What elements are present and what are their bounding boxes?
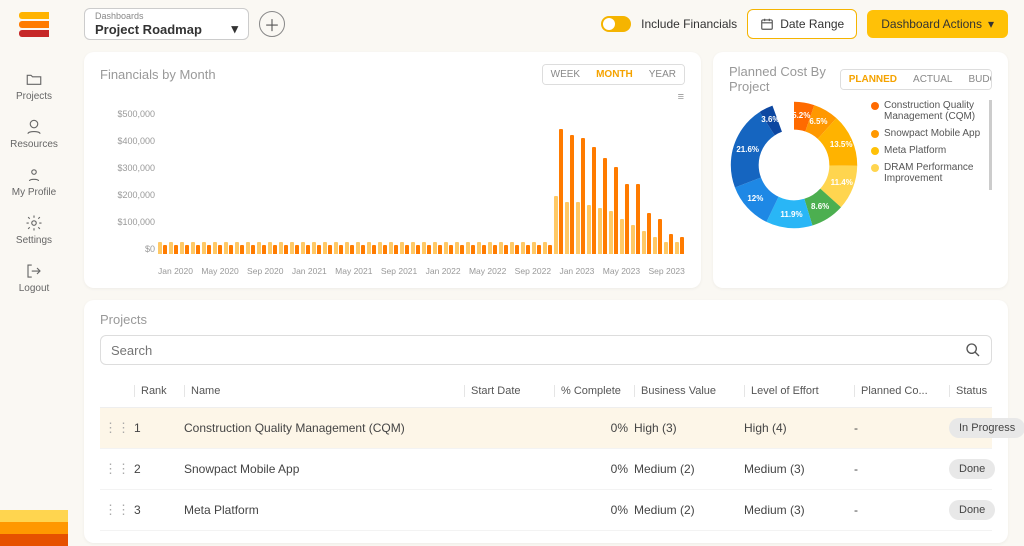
search-row xyxy=(100,335,992,365)
logout-icon xyxy=(25,262,43,280)
y-axis: $500,000$400,000$300,000$200,000$100,000… xyxy=(100,109,155,254)
seg-month[interactable]: MONTH xyxy=(588,65,641,84)
legend-item: Snowpact Mobile App xyxy=(871,128,985,139)
status-badge: Done xyxy=(949,500,995,520)
include-financials-toggle[interactable] xyxy=(601,16,631,32)
profile-icon xyxy=(25,166,43,184)
dashboard-select[interactable]: Dashboards Project Roadmap ▾ xyxy=(84,8,249,40)
topbar: Dashboards Project Roadmap ▾ ＋ Include F… xyxy=(84,8,1008,40)
table-row[interactable]: ⋮⋮2Snowpact Mobile App0%Medium (2)Medium… xyxy=(100,449,992,490)
chart-menu-icon[interactable]: ≡ xyxy=(678,91,685,103)
search-icon[interactable] xyxy=(965,342,981,358)
seg-year[interactable]: YEAR xyxy=(641,65,684,84)
nav-resources[interactable]: Resources xyxy=(10,118,58,150)
seg-planned[interactable]: PLANNED xyxy=(841,70,905,89)
legend-item: Construction Quality Management (CQM) xyxy=(871,100,985,122)
logo xyxy=(19,12,49,42)
donut-chart: 5.2%6.5%13.5%11.4%8.6%11.9%12%21.6%3.6% xyxy=(729,100,859,230)
period-segment: WEEKMONTHYEAR xyxy=(542,64,685,85)
sidebar-footer xyxy=(0,510,68,546)
nav-settings[interactable]: Settings xyxy=(16,214,52,246)
seg-budgeted[interactable]: BUDGETED xyxy=(960,70,992,89)
legend-item: Meta Platform xyxy=(871,145,985,156)
section-title: Projects xyxy=(100,312,147,327)
table-row[interactable]: ⋮⋮3Meta Platform0%Medium (2)Medium (3)-D… xyxy=(100,490,992,531)
nav-logout[interactable]: Logout xyxy=(19,262,50,294)
main-content: Dashboards Project Roadmap ▾ ＋ Include F… xyxy=(68,0,1024,546)
table-row[interactable]: ⋮⋮1Construction Quality Management (CQM)… xyxy=(100,408,992,449)
nav-projects[interactable]: Projects xyxy=(16,70,52,102)
actions-label: Dashboard Actions xyxy=(881,17,982,31)
dd-label: Dashboards xyxy=(95,11,238,21)
card-title: Planned Cost By Project xyxy=(729,64,840,94)
table-header: RankNameStart Date% CompleteBusiness Val… xyxy=(100,375,992,408)
search-input[interactable] xyxy=(111,343,965,358)
dashboard-actions-button[interactable]: Dashboard Actions ▾ xyxy=(867,10,1008,38)
nav-label: Projects xyxy=(16,91,52,102)
status-badge: Done xyxy=(949,459,995,479)
card-title: Financials by Month xyxy=(100,67,216,82)
plus-icon: ＋ xyxy=(264,12,280,36)
legend-item: DRAM Performance Improvement xyxy=(871,162,985,184)
x-axis: Jan 2020May 2020Sep 2020Jan 2021May 2021… xyxy=(158,266,685,276)
drag-handle-icon[interactable]: ⋮⋮ xyxy=(104,502,130,517)
add-dashboard-button[interactable]: ＋ xyxy=(259,11,285,37)
seg-week[interactable]: WEEK xyxy=(543,65,588,84)
cost-segment: PLANNEDACTUALBUDGETED xyxy=(840,69,992,90)
folder-icon xyxy=(25,70,43,88)
bar-chart: ≡ $500,000$400,000$300,000$200,000$100,0… xyxy=(100,91,685,276)
caret-down-icon: ▾ xyxy=(988,17,994,31)
sidebar: Projects Resources My Profile Settings L… xyxy=(0,0,68,546)
person-icon xyxy=(25,118,43,136)
chart-bars xyxy=(158,109,685,254)
toggle-label: Include Financials xyxy=(641,17,737,31)
date-range-button[interactable]: Date Range xyxy=(747,9,857,39)
nav-label: Settings xyxy=(16,235,52,246)
date-range-label: Date Range xyxy=(780,17,844,31)
calendar-icon xyxy=(760,17,774,31)
cost-card: Planned Cost By Project PLANNEDACTUALBUD… xyxy=(713,52,1008,288)
projects-card: Projects RankNameStart Date% CompleteBus… xyxy=(84,300,1008,543)
nav-profile[interactable]: My Profile xyxy=(12,166,56,198)
nav-label: Resources xyxy=(10,139,58,150)
dd-value: Project Roadmap xyxy=(95,22,202,37)
nav-label: My Profile xyxy=(12,187,56,198)
caret-down-icon: ▾ xyxy=(231,21,238,37)
financials-card: Financials by Month WEEKMONTHYEAR ≡ $500… xyxy=(84,52,701,288)
drag-handle-icon[interactable]: ⋮⋮ xyxy=(104,461,130,476)
drag-handle-icon[interactable]: ⋮⋮ xyxy=(104,420,130,435)
seg-actual[interactable]: ACTUAL xyxy=(905,70,960,89)
nav-label: Logout xyxy=(19,283,50,294)
gear-icon xyxy=(25,214,43,232)
table-body: ⋮⋮1Construction Quality Management (CQM)… xyxy=(100,408,992,531)
status-badge: In Progress xyxy=(949,418,1024,438)
chart-legend: Construction Quality Management (CQM) Sno… xyxy=(871,100,992,190)
